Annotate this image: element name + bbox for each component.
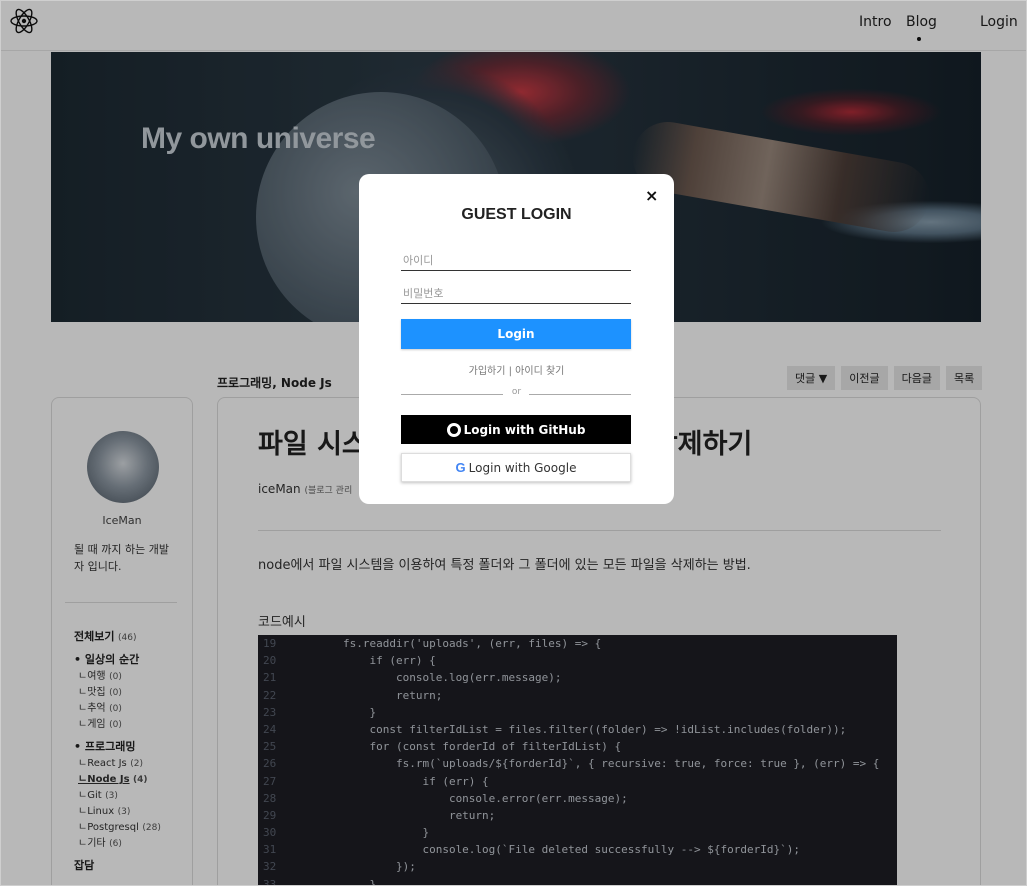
github-icon — [446, 422, 461, 437]
link-separator: | — [505, 366, 516, 377]
account-links: 가입하기 | 아이디 찾기 — [359, 362, 674, 377]
find-id-link[interactable]: 아이디 찾기 — [515, 366, 564, 377]
or-divider-text: or — [511, 387, 522, 397]
password-input[interactable] — [401, 284, 631, 304]
github-login-button[interactable]: Login with GitHub — [401, 415, 631, 444]
github-login-label: Login with GitHub — [463, 422, 586, 437]
modal-title: GUEST LOGIN — [461, 206, 572, 223]
browser-frame: Intro Blog Login My own universe 프로그래밍, … — [0, 0, 1027, 886]
login-button[interactable]: Login — [401, 319, 631, 349]
signup-link[interactable]: 가입하기 — [469, 366, 506, 377]
close-icon[interactable]: × — [645, 186, 658, 205]
divider — [529, 394, 631, 395]
guest-login-modal: × GUEST LOGIN Login 가입하기 | 아이디 찾기 or Log… — [359, 174, 674, 504]
google-icon: G — [455, 460, 466, 475]
google-login-button[interactable]: G Login with Google — [401, 453, 631, 482]
id-input[interactable] — [401, 251, 631, 271]
google-login-label: Login with Google — [468, 460, 577, 475]
